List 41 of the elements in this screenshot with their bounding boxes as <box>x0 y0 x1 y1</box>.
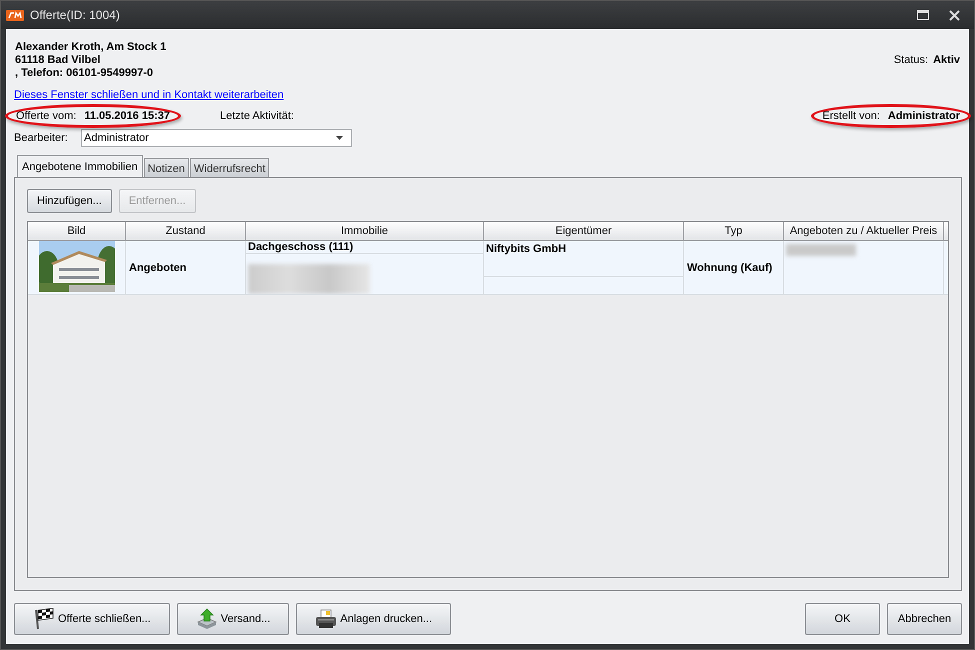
footer-button[interactable]: Offerte schließen... <box>14 603 170 635</box>
contact-address-line: , Telefon: 06101-9549997-0 <box>15 67 154 80</box>
printer-icon <box>315 608 338 630</box>
column-header[interactable]: Bild <box>28 222 126 240</box>
column-header[interactable]: Zustand <box>126 222 246 240</box>
footer-button[interactable]: OK <box>805 603 880 635</box>
toolbar-button[interactable]: Hinzufügen... <box>27 189 112 213</box>
type-cell-text: Wohnung (Kauf) <box>687 262 772 274</box>
dropdown-arrow-icon <box>336 136 343 140</box>
offer-date-label: Offerte vom: <box>16 110 76 122</box>
tab[interactable]: Widerrufsrecht <box>190 158 270 178</box>
property-cell-text: Dachgeschoss (111) <box>248 241 354 253</box>
offer-date-value: 11.05.2016 15:37 <box>84 110 170 122</box>
status-value: Aktiv <box>933 54 960 66</box>
last-activity-label: Letzte Aktivität: <box>220 110 294 122</box>
editor-dropdown[interactable]: Administrator <box>81 129 352 147</box>
close-icon[interactable] <box>949 10 960 20</box>
footer-button[interactable]: Abbrechen <box>887 603 962 635</box>
checkered-flag-icon <box>33 608 55 630</box>
column-header[interactable]: Immobilie <box>246 222 484 240</box>
contact-address-line: Alexander Kroth, Am Stock 1 <box>15 41 168 54</box>
status-cell-text: Angeboten <box>129 262 186 274</box>
editor-label: Bearbeiter: <box>14 132 69 144</box>
tray-up-arrow-icon <box>196 608 218 630</box>
status-label: Status: <box>894 54 928 66</box>
app-logo-icon <box>6 10 24 20</box>
maximize-icon[interactable] <box>917 10 929 20</box>
footer-button[interactable]: Versand... <box>176 603 290 635</box>
created-by-value: Administrator <box>888 110 960 122</box>
blurred-area <box>786 244 856 256</box>
contact-link[interactable]: Dieses Fenster schließen und in Kontakt weiterarbeiten <box>14 89 284 101</box>
footer-button[interactable]: Anlagen drucken... <box>296 603 452 635</box>
window-title: Offerte(ID: 1004) <box>30 8 120 22</box>
column-header[interactable]: Eigentümer <box>484 222 684 240</box>
owner-cell-text: Niftybits GmbH <box>486 243 566 255</box>
column-header[interactable]: Typ <box>684 222 784 240</box>
tab[interactable]: Angebotene Immobilien <box>17 155 143 178</box>
contact-address-line: 61118 Bad Vilbel <box>15 54 102 67</box>
tab[interactable]: Notizen <box>144 158 189 178</box>
column-header[interactable]: Angeboten zu / Aktueller Preis <box>784 222 944 240</box>
created-by-label: Erstellt von: <box>822 110 880 122</box>
